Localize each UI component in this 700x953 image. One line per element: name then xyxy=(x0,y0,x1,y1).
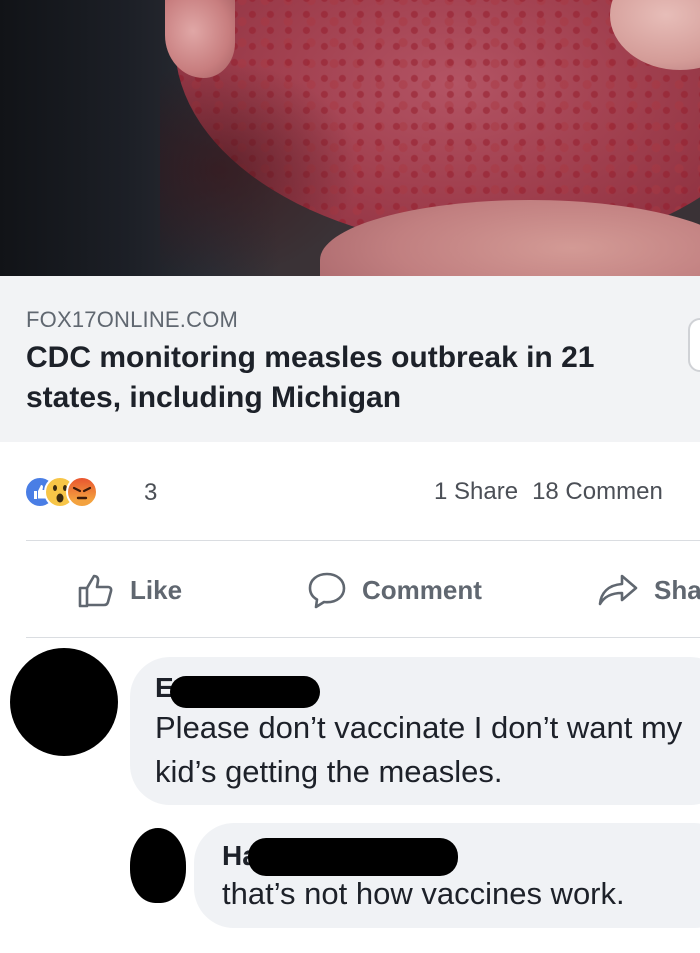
angry-icon xyxy=(66,476,98,508)
redaction-bar xyxy=(248,838,458,876)
avatar[interactable] xyxy=(130,828,186,903)
avatar[interactable] xyxy=(10,648,118,756)
share-count[interactable]: 1 Share xyxy=(434,478,518,505)
comment-text: that’s not how vaccines work. xyxy=(222,876,625,911)
like-button[interactable]: Like xyxy=(76,568,182,612)
comment-button[interactable]: Comment xyxy=(306,568,482,612)
link-domain: FOX17ONLINE.COM xyxy=(26,307,239,332)
reactions-summary[interactable]: 3 xyxy=(24,476,184,510)
reaction-count: 3 xyxy=(144,479,158,506)
next-card-edge[interactable] xyxy=(688,318,700,372)
post-stats: 1 Share 18 Commen xyxy=(434,478,663,506)
redaction-bar xyxy=(170,676,320,708)
share-label: Sha xyxy=(654,574,700,605)
link-title[interactable]: CDC monitoring measles outbreak in 21 st… xyxy=(26,338,676,418)
comment-icon xyxy=(308,572,346,609)
divider xyxy=(26,637,700,638)
share-arrow-icon xyxy=(598,574,638,606)
like-label: Like xyxy=(130,574,183,605)
divider xyxy=(26,540,700,541)
thumbs-up-icon xyxy=(78,574,113,608)
comment-label: Comment xyxy=(362,574,482,605)
share-button[interactable]: Sha xyxy=(596,568,700,612)
comment-count[interactable]: 18 Commen xyxy=(532,478,663,505)
comment-text: Please don’t vaccinate I don’t want my k… xyxy=(155,710,683,789)
link-preview-image[interactable] xyxy=(0,0,700,276)
